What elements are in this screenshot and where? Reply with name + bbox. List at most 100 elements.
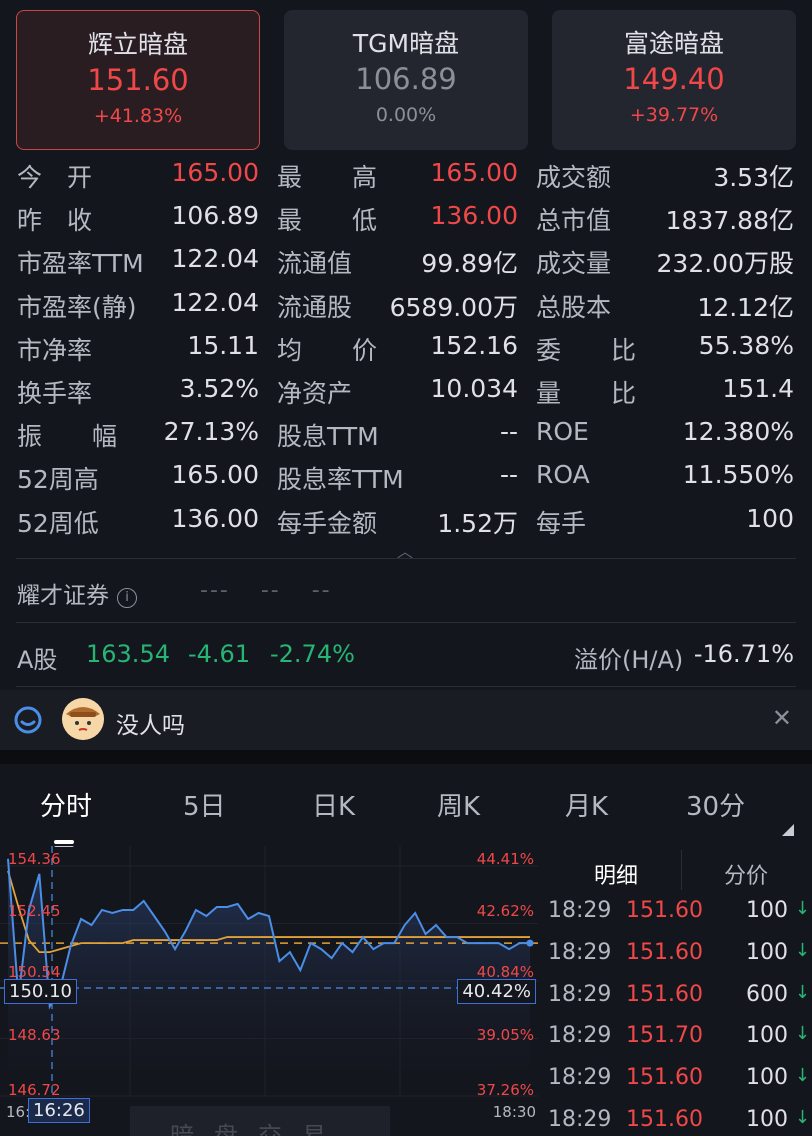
quote-stats-grid: 今 开 165.00 最 高 165.00 成交额 3.53亿昨 收 106.89 最 低 13…	[17, 154, 797, 543]
tick-price: 151.60	[626, 1065, 703, 1091]
stats-row: 换手率 3.52% 净资产 10.034 量 比 151.4	[17, 370, 797, 413]
dark-pool-card-futu[interactable]: 富途暗盘 149.40 +39.77%	[552, 10, 796, 150]
stat-value: 122.04	[171, 287, 259, 317]
close-icon[interactable]: ✕	[772, 704, 792, 732]
stats-row: 市净率 15.11 均 价 152.16 委 比 55.38%	[17, 327, 797, 370]
stat-label: 流通股	[277, 292, 353, 322]
x-tick-start: 16:	[6, 1103, 31, 1121]
stat-label: 股息TTM	[277, 422, 379, 452]
stat-value: 122.04	[171, 244, 259, 274]
stat-value: 106.89	[171, 201, 259, 231]
tick-time: 18:29	[548, 1023, 612, 1049]
stat-value: 100	[746, 503, 794, 533]
stat-label: 净资产	[277, 378, 353, 408]
stat-value: 136.00	[171, 503, 259, 533]
stats-row: 52周高 165.00 股息率TTM -- ROA 11.550%	[17, 456, 797, 499]
stat-value: 232.00万股	[656, 249, 794, 279]
chat-message: 没人吗	[116, 713, 185, 739]
stat-label: 成交量	[536, 249, 612, 279]
stat-label: 换手率	[17, 378, 93, 408]
stat-label: 成交额	[536, 163, 612, 192]
stat-label: 股息率TTM	[277, 465, 404, 495]
tab-30min[interactable]: 30分	[686, 786, 745, 823]
dark-pool-cards: 辉立暗盘 151.60 +41.83% TGM暗盘 106.89 0.00% 富…	[16, 10, 796, 150]
stat-label: 总股本	[536, 292, 612, 322]
stats-row: 振 幅 27.13% 股息TTM -- ROE 12.380%	[17, 413, 797, 456]
expand-corner-icon[interactable]	[782, 824, 794, 836]
dark-pool-card-tgm[interactable]: TGM暗盘 106.89 0.00%	[284, 10, 528, 150]
broker-value: ---	[200, 578, 230, 603]
avatar[interactable]	[62, 698, 104, 740]
down-arrow-icon: ↓	[794, 1107, 810, 1128]
tick-price: 151.60	[626, 981, 703, 1007]
chat-bar[interactable]: 没人吗 ✕	[0, 690, 812, 750]
stats-row: 52周低 136.00 每手金额 1.52万 每手 100	[17, 500, 797, 543]
stat-value: 99.89亿	[421, 249, 518, 279]
divider	[16, 686, 796, 687]
stat-label: 市盈率TTM	[17, 249, 144, 279]
stat-value: 165.00	[171, 158, 259, 187]
stat-value: --	[499, 460, 518, 490]
stat-value: 136.00	[430, 201, 518, 231]
stat-label: 最 高	[277, 163, 378, 192]
broker-label: 耀才证券 i	[17, 576, 137, 610]
tab-5day[interactable]: 5日	[183, 786, 226, 823]
stat-label: 市盈率(静)	[17, 292, 137, 322]
stat-label: 每手	[536, 508, 587, 538]
dark-pool-card-phillip[interactable]: 辉立暗盘 151.60 +41.83%	[16, 10, 260, 150]
card-name: 辉立暗盘	[87, 30, 188, 59]
intraday-chart[interactable]: 154.36 152.45 150.54 148.63 146.72 44.41…	[0, 846, 538, 1136]
stat-value: 3.52%	[179, 373, 259, 403]
tick-time: 18:29	[548, 898, 612, 923]
stat-value: 10.034	[430, 373, 518, 403]
tick-volume: 100	[746, 1065, 788, 1091]
stat-value: 6589.00万	[389, 292, 518, 322]
stat-label: 52周高	[17, 465, 99, 495]
stat-value: 11.550%	[682, 460, 794, 490]
y-tick-right: 37.26%	[476, 1081, 534, 1099]
card-change: 0.00%	[375, 104, 437, 126]
tick-price: 151.60	[626, 1107, 703, 1132]
a-share-price: 163.54	[86, 640, 170, 668]
chat-bubble-icon[interactable]	[12, 704, 44, 736]
info-icon[interactable]: i	[117, 588, 137, 608]
stat-value: 12.380%	[682, 417, 794, 447]
stat-label: 量 比	[536, 378, 637, 408]
divider	[16, 558, 796, 559]
tab-intraday[interactable]: 分时	[40, 786, 92, 823]
stat-label: 今 开	[17, 163, 93, 192]
tick-row: 18:29 151.60 100 ↓	[538, 898, 812, 940]
y-tick-right: 44.41%	[476, 850, 534, 868]
cursor-pct-tag: 40.42%	[457, 979, 536, 1004]
stat-value: 15.11	[187, 330, 259, 360]
broker-value: --	[260, 578, 281, 603]
down-arrow-icon: ↓	[794, 898, 810, 919]
tab-price-dist[interactable]: 分价	[724, 858, 768, 890]
tab-detail[interactable]: 明细	[594, 858, 638, 890]
tick-row: 18:29 151.60 600 ↓	[538, 982, 812, 1024]
stat-label: 振 幅	[17, 422, 118, 452]
chart-tabs: 分时 5日 日K 周K 月K 30分	[0, 764, 812, 844]
stat-label: 市净率	[17, 335, 93, 365]
stat-value: 12.12亿	[697, 292, 794, 322]
down-arrow-icon: ↓	[794, 1065, 810, 1087]
tick-price: 151.60	[626, 898, 703, 923]
stat-label: 52周低	[17, 508, 99, 538]
premium-label: 溢价(H/A)	[574, 646, 684, 674]
stat-label: 委 比	[536, 335, 637, 365]
tab-daily-k[interactable]: 日K	[312, 786, 355, 823]
card-name: 富途暗盘	[623, 29, 724, 58]
stat-label: 总市值	[536, 206, 612, 236]
stat-value: 27.13%	[163, 417, 259, 447]
tab-weekly-k[interactable]: 周K	[437, 786, 480, 823]
down-arrow-icon: ↓	[794, 1023, 810, 1045]
a-share-change: -4.61	[188, 640, 251, 668]
y-tick-left: 148.63	[8, 1026, 61, 1044]
tab-monthly-k[interactable]: 月K	[565, 786, 608, 823]
cursor-time-tag: 16:26	[28, 1098, 90, 1123]
a-share-pct: -2.74%	[270, 640, 355, 668]
stat-label: 昨 收	[17, 206, 93, 236]
stats-row: 市盈率(静) 122.04 流通股 6589.00万 总股本 12.12亿	[17, 284, 797, 327]
y-tick-left: 146.72	[8, 1081, 61, 1099]
y-tick-left: 152.45	[8, 902, 61, 920]
